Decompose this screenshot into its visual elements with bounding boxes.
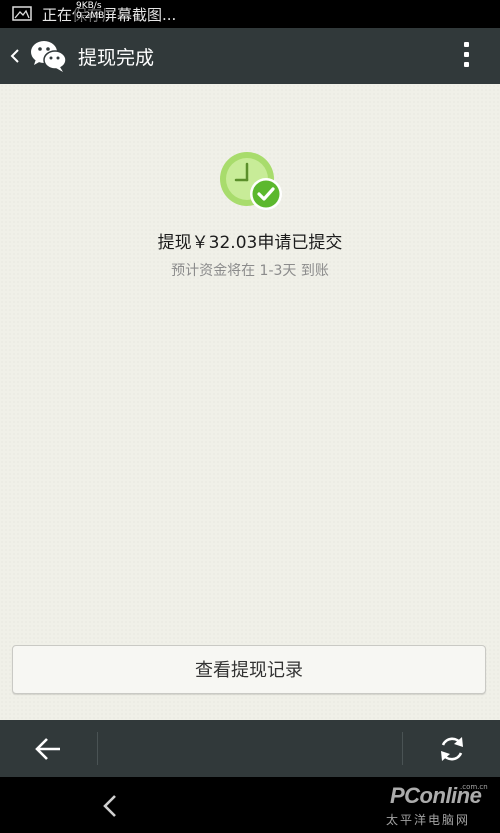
arrival-estimate: 预计资金将在 1-3天 到账 bbox=[171, 263, 329, 279]
speed-down: 0.2MB bbox=[76, 11, 105, 21]
speed-up: 9KB/s bbox=[76, 1, 102, 11]
page-title: 提现完成 bbox=[78, 47, 155, 69]
watermark-subtitle: 太平洋电脑网 bbox=[386, 813, 471, 827]
divider bbox=[97, 732, 98, 765]
action-bar: 提现完成 bbox=[0, 28, 500, 84]
bottom-toolbar bbox=[0, 720, 500, 777]
system-back-icon[interactable] bbox=[101, 793, 119, 819]
main-content: 提现￥32.03申请已提交 预计资金将在 1-3天 到账 查看提现记录 bbox=[0, 84, 500, 720]
divider bbox=[402, 732, 403, 765]
watermark-domain: .com.cn bbox=[460, 783, 488, 791]
wechat-logo-icon[interactable] bbox=[29, 38, 67, 74]
refresh-icon[interactable] bbox=[437, 734, 467, 764]
view-withdrawal-records-button[interactable]: 查看提现记录 bbox=[12, 645, 486, 694]
arrow-left-icon[interactable] bbox=[33, 736, 63, 762]
image-icon bbox=[12, 6, 32, 21]
withdrawal-headline: 提现￥32.03申请已提交 bbox=[157, 233, 343, 253]
chevron-left-icon[interactable] bbox=[9, 46, 21, 66]
pconline-watermark: PConline .com.cn 太平洋电脑网 bbox=[384, 777, 494, 833]
system-nav-bar: PConline .com.cn 太平洋电脑网 bbox=[0, 777, 500, 833]
clock-check-icon bbox=[220, 152, 282, 210]
more-vert-icon[interactable] bbox=[462, 42, 470, 70]
notification-text: 正在保存屏幕截图... bbox=[42, 6, 177, 24]
network-speed: 9KB/s 0.2MB bbox=[74, 1, 107, 21]
status-bar: 正在保存屏幕截图... 9KB/s 0.2MB bbox=[0, 0, 500, 28]
